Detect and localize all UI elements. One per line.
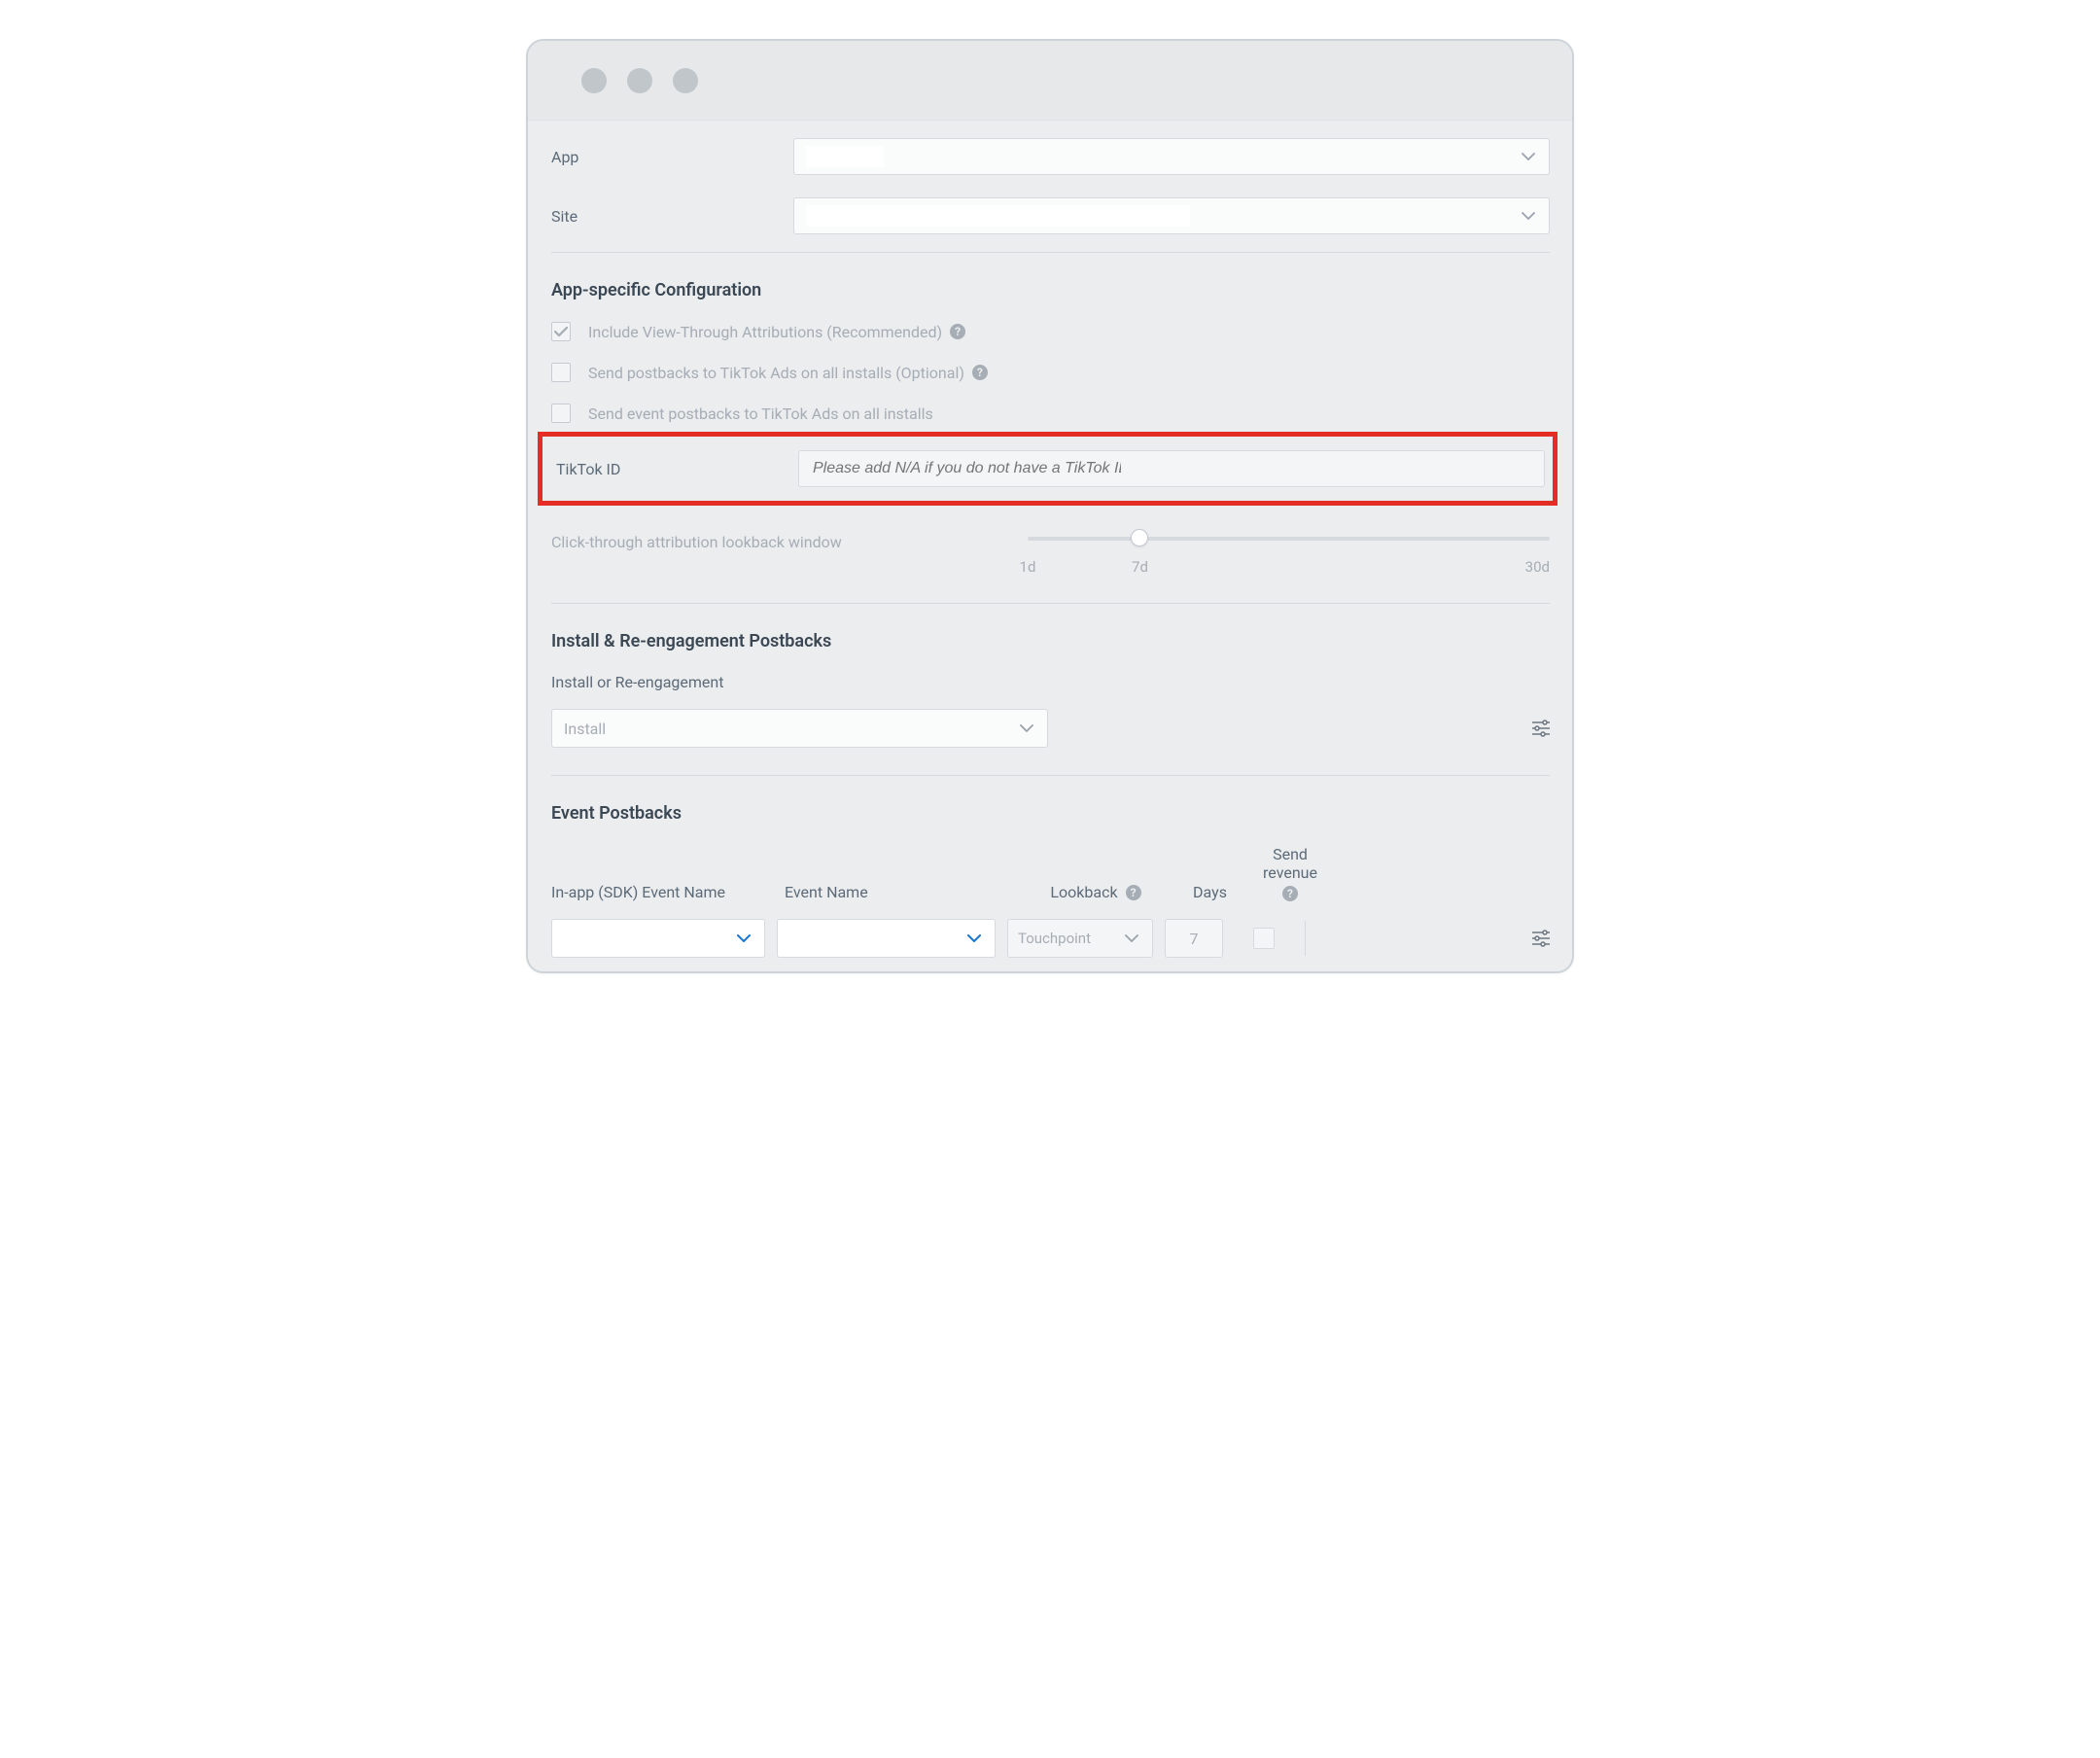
chevron-down-icon [737,934,751,942]
divider [551,603,1550,604]
checkbox-postback[interactable] [551,363,571,382]
chevron-down-icon [1125,934,1138,942]
config-section-title: App-specific Configuration [551,280,1550,300]
app-row: App [551,138,1550,175]
col-sdk-event: In-app (SDK) Event Name [551,883,785,901]
slider-track [1028,537,1550,541]
tiktok-id-highlight: TikTok ID [538,432,1558,506]
app-label: App [551,148,793,166]
checkbox-event-postback-label: Send event postbacks to TikTok Ads on al… [588,404,933,423]
divider [551,775,1550,776]
chevron-down-icon [1522,153,1535,160]
checkbox-vta-label: Include View-Through Attributions (Recom… [588,323,965,341]
touchpoint-select[interactable]: Touchpoint [1007,919,1153,958]
tiktok-id-label: TikTok ID [556,460,798,478]
lookback-slider[interactable]: 1d 7d 30d [1028,535,1550,558]
divider-vertical [1305,921,1306,956]
site-select[interactable] [793,197,1550,234]
help-icon[interactable]: ? [1126,885,1141,900]
col-event-name: Event Name [785,883,1018,901]
help-icon[interactable]: ? [972,365,988,380]
checkbox-event-postback-row: Send event postbacks to TikTok Ads on al… [551,404,1550,423]
event-headers: In-app (SDK) Event Name Event Name Lookb… [551,845,1550,901]
checkbox-postback-row: Send postbacks to TikTok Ads on all inst… [551,363,1550,382]
install-select[interactable]: Install [551,709,1048,748]
sliders-icon[interactable] [1532,720,1550,737]
col-revenue: Send revenue ? [1246,845,1334,901]
form-content: App Site App-specific Configuration [528,121,1572,971]
chevron-down-icon [1020,724,1033,732]
tiktok-id-input-ext[interactable] [1135,450,1545,487]
lookback-slider-row: Click-through attribution lookback windo… [551,529,1550,558]
help-icon[interactable]: ? [1282,886,1298,901]
days-input[interactable]: 7 [1165,919,1223,958]
sliders-icon[interactable] [1532,930,1550,947]
window-titlebar [528,41,1572,121]
col-lookback: Lookback ? [1018,883,1173,901]
postbacks-sub-label: Install or Re-engagement [551,673,1550,691]
postbacks-section-title: Install & Re-engagement Postbacks [551,631,1550,651]
col-days: Days [1173,883,1246,901]
app-window: App Site App-specific Configuration [526,39,1574,973]
lookback-slider-label: Click-through attribution lookback windo… [551,529,1028,551]
events-section-title: Event Postbacks [551,803,1550,824]
checkbox-vta-row: Include View-Through Attributions (Recom… [551,322,1550,341]
sdk-event-select[interactable] [551,919,765,958]
site-row: Site [551,197,1550,234]
site-label: Site [551,207,793,226]
event-row: Touchpoint 7 [551,919,1550,958]
help-icon[interactable]: ? [950,324,965,339]
traffic-light-red[interactable] [581,68,607,93]
chevron-down-icon [1522,212,1535,220]
checkbox-vta[interactable] [551,322,571,341]
chevron-down-icon [967,934,981,942]
revenue-checkbox[interactable] [1253,928,1275,949]
traffic-light-green[interactable] [673,68,698,93]
checkbox-postback-label: Send postbacks to TikTok Ads on all inst… [588,364,988,382]
divider [551,252,1550,253]
checkbox-event-postback[interactable] [551,404,571,423]
tiktok-id-input[interactable] [798,450,1135,487]
app-select[interactable] [793,138,1550,175]
event-name-select[interactable] [777,919,996,958]
postback-select-row: Install [551,709,1550,748]
traffic-light-yellow[interactable] [627,68,652,93]
slider-thumb[interactable] [1131,529,1148,546]
